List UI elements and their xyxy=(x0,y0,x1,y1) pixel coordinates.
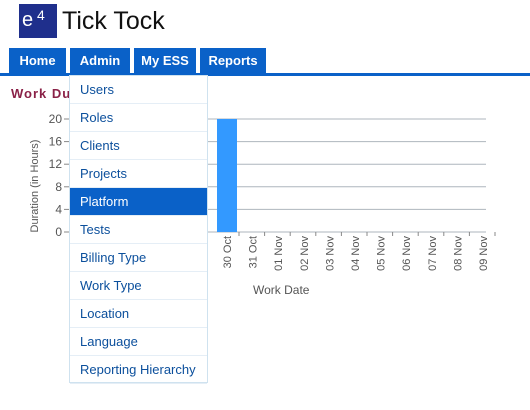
chart-y-tick-label: 8 xyxy=(55,180,62,194)
chart-x-tick-label: 30 Oct xyxy=(222,236,234,268)
chart-x-tick-label: 02 Nov xyxy=(299,236,311,271)
chart-x-tick-label: 04 Nov xyxy=(350,236,362,271)
chart-x-axis-label: Work Date xyxy=(253,283,310,297)
menu-item-work-type[interactable]: Work Type xyxy=(70,272,207,300)
menu-item-platform[interactable]: Platform xyxy=(70,188,207,216)
chart-bar xyxy=(217,119,237,232)
admin-dropdown-menu: Users Roles Clients Projects Platform Te… xyxy=(69,75,208,384)
chart-y-tick-label: 4 xyxy=(55,202,62,216)
chart-x-tick-label: 01 Nov xyxy=(273,236,285,271)
chart-y-tick-label: 20 xyxy=(49,112,63,126)
menu-item-billing-type[interactable]: Billing Type xyxy=(70,244,207,272)
menu-item-clients[interactable]: Clients xyxy=(70,132,207,160)
chart-y-tick-label: 12 xyxy=(49,157,63,171)
menu-item-users[interactable]: Users xyxy=(70,76,207,104)
chart-x-tick-label: 08 Nov xyxy=(452,236,464,271)
chart-y-tick-label: 16 xyxy=(49,135,63,149)
chart-x-tick-label: 05 Nov xyxy=(376,236,388,271)
chart-x-tick-label: 03 Nov xyxy=(324,236,336,271)
chart-x-tick-label: 31 Oct xyxy=(248,236,260,268)
menu-item-roles[interactable]: Roles xyxy=(70,104,207,132)
chart-x-tick-label: 06 Nov xyxy=(401,236,413,271)
menu-item-location[interactable]: Location xyxy=(70,300,207,328)
menu-item-reporting-hierarchy[interactable]: Reporting Hierarchy xyxy=(70,356,207,384)
menu-item-tests[interactable]: Tests xyxy=(70,216,207,244)
chart-y-tick-label: 0 xyxy=(55,225,62,239)
chart-x-tick-label: 09 Nov xyxy=(478,236,490,271)
menu-item-projects[interactable]: Projects xyxy=(70,160,207,188)
menu-item-language[interactable]: Language xyxy=(70,328,207,356)
chart-y-axis-label: Duration (in Hours) xyxy=(29,139,41,233)
chart-x-tick-label: 07 Nov xyxy=(427,236,439,271)
